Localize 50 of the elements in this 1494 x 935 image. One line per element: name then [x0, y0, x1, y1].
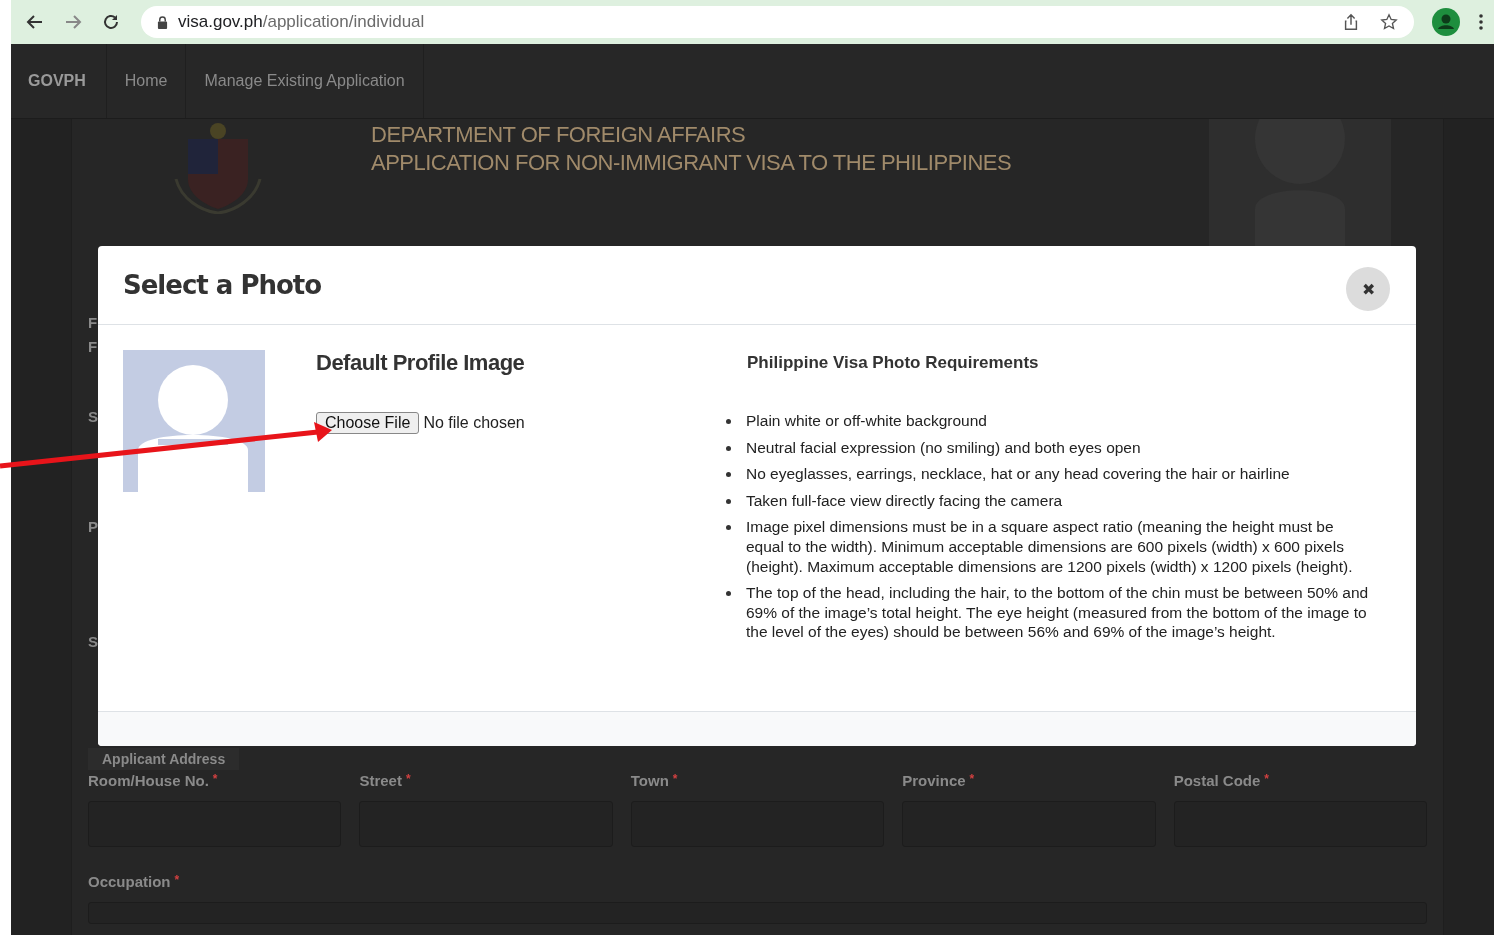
field-label: Street [359, 772, 402, 789]
choose-file-button[interactable]: Choose File [316, 412, 420, 434]
close-button[interactable]: ✖ [1346, 267, 1390, 311]
form-label: F [88, 338, 98, 355]
field-label: Room/House No. [88, 772, 209, 789]
star-icon[interactable] [1380, 13, 1398, 31]
profile-icon[interactable] [1432, 8, 1460, 36]
reload-icon[interactable] [101, 12, 121, 32]
requirement-text: Taken full-face view directly facing the camera [746, 490, 1063, 511]
required-mark: * [1264, 772, 1269, 786]
share-icon[interactable] [1342, 13, 1360, 31]
bullet-icon [726, 472, 731, 478]
form-label: S [88, 408, 98, 425]
bullet-icon [726, 419, 731, 424]
required-mark: * [174, 873, 180, 887]
requirements-heading: Philippine Visa Photo Requirements [747, 353, 1040, 373]
field-label: Province [902, 772, 966, 789]
required-mark: * [969, 772, 975, 786]
bullet-icon [726, 498, 731, 504]
requirement-text: No eyeglasses, earrings, necklace, hat or any head covering the hair or hairline [746, 464, 1290, 484]
profile-placeholder-icon [123, 350, 265, 492]
nav-link[interactable]: Home [106, 44, 187, 118]
section-heading: Default Profile Image [316, 350, 526, 376]
url-text: visa.gov.ph/application/individual [178, 12, 425, 32]
field-label: Postal Code [1173, 772, 1261, 789]
bullet-icon [726, 445, 731, 451]
header-title: APPLICATION FOR NON-IMMIGRANT VISA TO THE PHILIPPINES [371, 149, 1012, 177]
requirement-text: The top of the head, including the hair, to the bottom of the chin must be between 50% and 69% of the image’s total height. The eye height (measured from the bottom of the image to the level of the eyes) should be between 56% and 69% of the image’s height. [746, 583, 1370, 642]
required-mark: * [672, 772, 678, 786]
required-mark: * [212, 772, 218, 786]
file-status: No file chosen [423, 414, 525, 432]
dialog-title: Select a Photo [123, 270, 322, 300]
requirement-text: Neutral facial expression (no smiling) and both eyes open [746, 437, 1141, 458]
bullet-icon [726, 525, 731, 531]
form-label: P [88, 518, 98, 535]
nav-link[interactable]: Manage Existing Application [186, 44, 424, 118]
required-mark: * [405, 772, 411, 786]
form-label: F [88, 314, 98, 331]
bullet-icon [726, 591, 731, 597]
section-tab[interactable]: Applicant Address [88, 748, 240, 770]
address-bar[interactable]: visa.gov.ph/application/individual [141, 6, 1414, 38]
menu-icon[interactable] [1478, 12, 1484, 32]
field-label: Occupation [88, 873, 171, 890]
requirement-text: Image pixel dimensions must be in a square aspect ratio (meaning the height must be equal to the width). Minimum acceptable dimensions are 600 pixels (width) x 600 pixels (height). Maximum acceptable dimensions are 1200 pixels (width) x 1200 pixels (height). [746, 517, 1354, 577]
field-label: Town [630, 772, 669, 789]
form-label: S [88, 633, 98, 650]
header-title: DEPARTMENT OF FOREIGN AFFAIRS [371, 121, 747, 149]
lock-icon [157, 15, 168, 29]
requirement-text: Plain white or off-white background [746, 411, 987, 431]
brand-link[interactable]: GOVPH [11, 44, 107, 118]
